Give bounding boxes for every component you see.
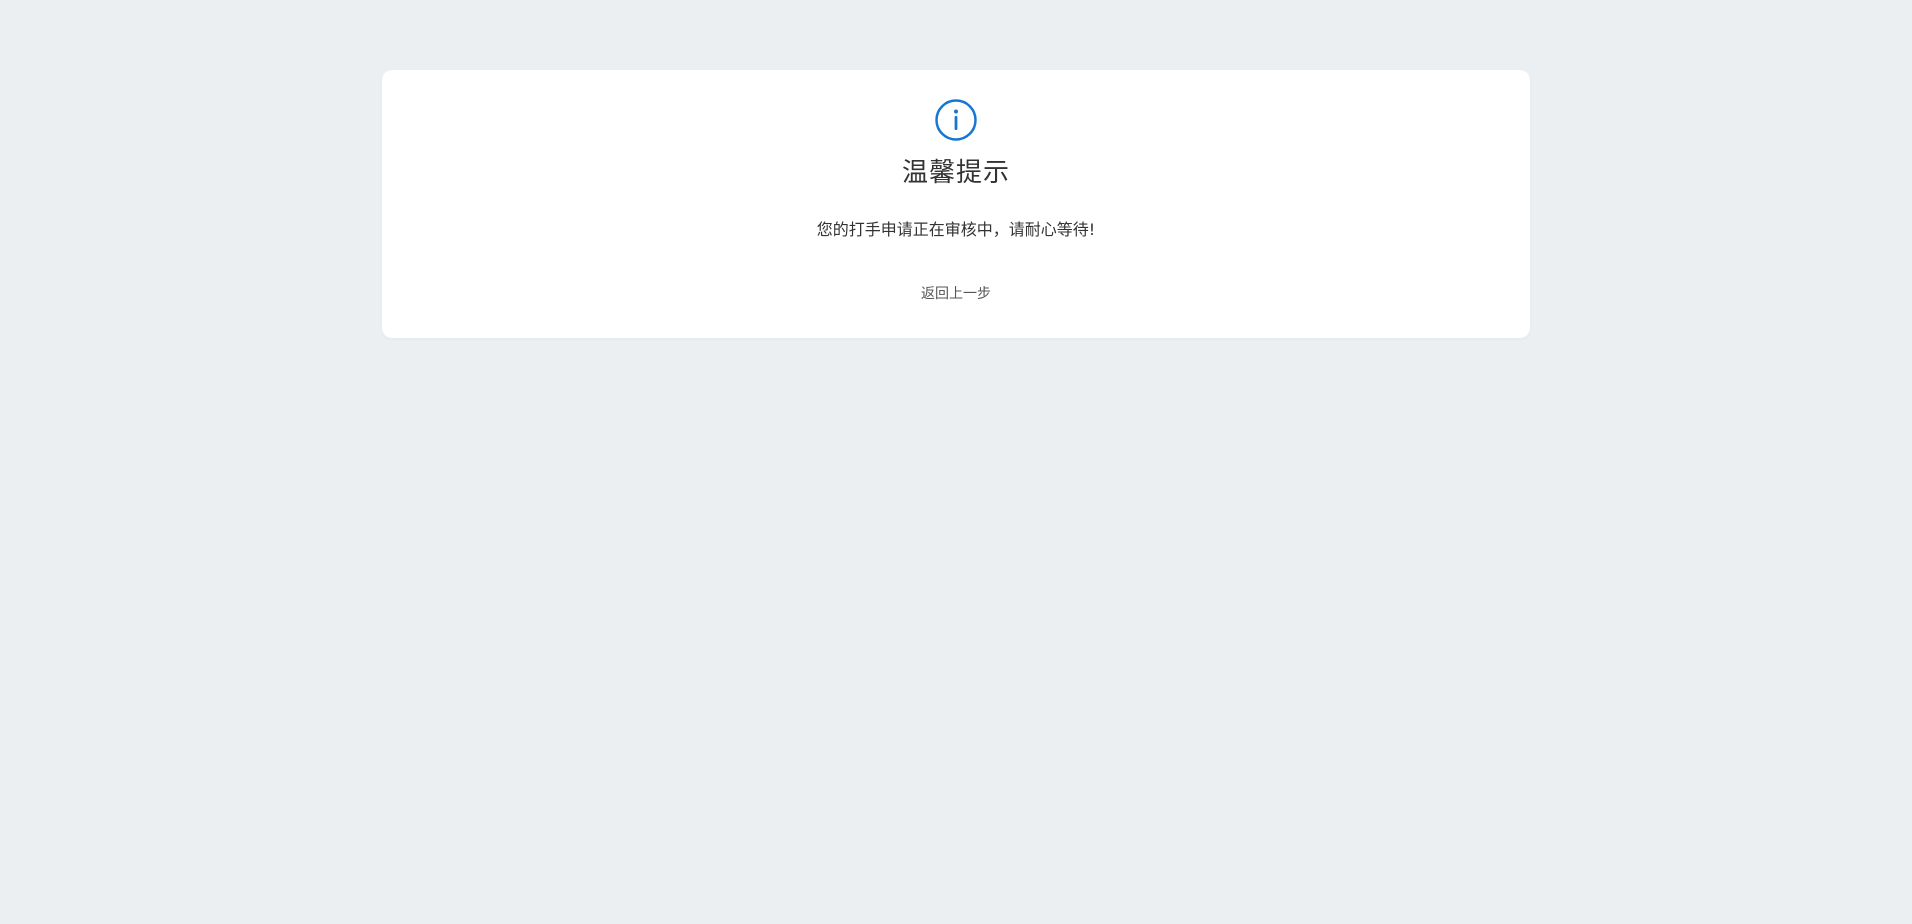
notice-message: 您的打手申请正在审核中，请耐心等待! — [816, 220, 1096, 239]
page: 温馨提示 您的打手申请正在审核中，请耐心等待! 返回上一步 — [0, 0, 1912, 924]
info-circle-icon — [935, 99, 977, 141]
notice-card: 温馨提示 您的打手申请正在审核中，请耐心等待! 返回上一步 — [382, 70, 1530, 338]
notice-title: 温馨提示 — [901, 158, 1010, 188]
back-link[interactable]: 返回上一步 — [921, 284, 991, 304]
